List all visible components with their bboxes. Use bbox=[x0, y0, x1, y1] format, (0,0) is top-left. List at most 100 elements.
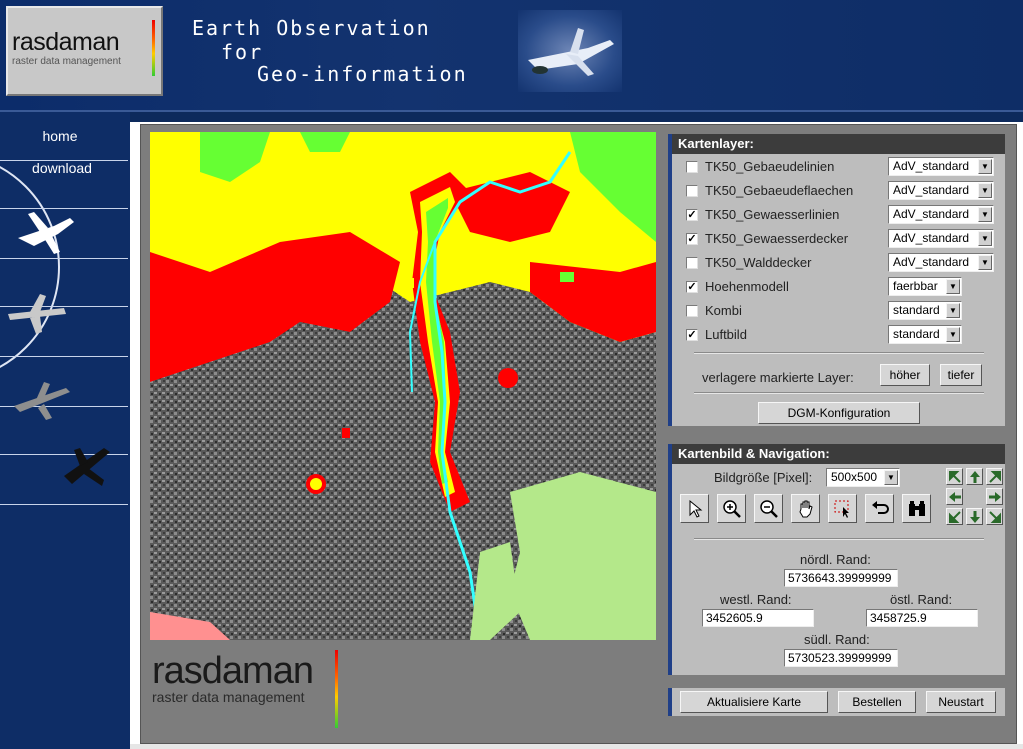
select-value: AdV_standard bbox=[893, 183, 970, 197]
layer-checkbox[interactable] bbox=[686, 257, 698, 269]
layer-label: Kombi bbox=[705, 303, 742, 318]
restart-button[interactable]: Neustart bbox=[926, 691, 996, 713]
order-button[interactable]: Bestellen bbox=[838, 691, 916, 713]
layer-checkbox[interactable]: ✓ bbox=[686, 233, 698, 245]
select-value: faerbbar bbox=[893, 279, 938, 293]
layer-checkbox[interactable] bbox=[686, 161, 698, 173]
chevron-down-icon: ▼ bbox=[978, 159, 992, 174]
pan-east-button[interactable] bbox=[986, 488, 1003, 505]
bottom-border bbox=[130, 744, 1023, 749]
pan-north-button[interactable] bbox=[966, 468, 983, 485]
header-divider bbox=[0, 110, 1023, 112]
undo-tool[interactable] bbox=[865, 494, 894, 523]
north-boundary-input[interactable]: 5736643.39999999 bbox=[784, 569, 898, 587]
east-boundary-input[interactable]: 3458725.9 bbox=[866, 609, 978, 627]
left-nav: home download bbox=[0, 112, 130, 749]
undo-arrow-icon bbox=[872, 501, 889, 514]
header-title-line2: for bbox=[221, 40, 264, 64]
pan-southwest-button[interactable] bbox=[946, 508, 963, 525]
layer-style-select[interactable]: standard ▼ bbox=[888, 325, 962, 344]
divider bbox=[694, 392, 984, 394]
select-value: standard bbox=[893, 327, 940, 341]
rasdaman-logo[interactable]: rasdaman raster data management bbox=[6, 6, 163, 96]
layer-checkbox[interactable]: ✓ bbox=[686, 329, 698, 341]
layer-label: Luftbild bbox=[705, 327, 747, 342]
nav-divider bbox=[0, 160, 128, 161]
layer-style-select[interactable]: AdV_standard ▼ bbox=[888, 181, 994, 200]
pan-tool[interactable] bbox=[791, 494, 820, 523]
chevron-down-icon: ▼ bbox=[978, 255, 992, 270]
chevron-down-icon: ▼ bbox=[946, 327, 960, 342]
chevron-down-icon: ▼ bbox=[978, 183, 992, 198]
navigation-panel-title: Kartenbild & Navigation: bbox=[672, 444, 1005, 464]
pan-southeast-button[interactable] bbox=[986, 508, 1003, 525]
layer-style-select[interactable]: AdV_standard ▼ bbox=[888, 229, 994, 248]
arrow-right-icon bbox=[989, 492, 1001, 502]
nav-download-link[interactable]: download bbox=[2, 160, 122, 176]
pan-west-button[interactable] bbox=[946, 488, 963, 505]
header-title-line1: Earth Observation bbox=[192, 16, 431, 40]
pan-northeast-button[interactable] bbox=[986, 468, 1003, 485]
airplane-black-icon bbox=[64, 448, 110, 486]
update-map-button[interactable]: Aktualisiere Karte bbox=[680, 691, 828, 713]
image-size-select[interactable]: 500x500 ▼ bbox=[826, 468, 900, 487]
layer-row: TK50_Gebaeudelinien AdV_standard ▼ bbox=[684, 156, 1004, 176]
airplane-gray-icon bbox=[14, 382, 70, 420]
north-boundary-label: nördl. Rand: bbox=[800, 552, 871, 567]
divider bbox=[694, 352, 984, 354]
layer-style-select[interactable]: AdV_standard ▼ bbox=[888, 157, 994, 176]
layer-checkbox[interactable]: ✓ bbox=[686, 281, 698, 293]
layer-style-select[interactable]: AdV_standard ▼ bbox=[888, 205, 994, 224]
overview-tool[interactable] bbox=[902, 494, 931, 523]
pointer-tool[interactable] bbox=[680, 494, 709, 523]
arrow-southeast-icon bbox=[989, 511, 1001, 523]
footer-logo-wordmark: rasdaman bbox=[152, 650, 314, 692]
layer-checkbox[interactable] bbox=[686, 185, 698, 197]
move-layers-label: verlagere markierte Layer: bbox=[702, 370, 854, 385]
dgm-config-button[interactable]: DGM-Konfiguration bbox=[758, 402, 920, 424]
map-image[interactable] bbox=[150, 132, 656, 640]
layer-style-select[interactable]: faerbbar ▼ bbox=[888, 277, 962, 296]
south-boundary-input[interactable]: 5730523.39999999 bbox=[784, 649, 898, 667]
pan-south-button[interactable] bbox=[966, 508, 983, 525]
logo-subtitle: raster data management bbox=[12, 56, 121, 67]
chevron-down-icon: ▼ bbox=[946, 279, 960, 294]
airplane-lightgray-icon bbox=[8, 294, 66, 334]
layer-row: ✓ TK50_Gewaesserdecker AdV_standard ▼ bbox=[684, 228, 1004, 248]
layer-checkbox[interactable] bbox=[686, 305, 698, 317]
layer-style-select[interactable]: standard ▼ bbox=[888, 301, 962, 320]
move-up-button[interactable]: höher bbox=[880, 364, 930, 386]
select-area-tool[interactable] bbox=[828, 494, 857, 523]
arrow-northwest-icon bbox=[949, 471, 961, 483]
select-value: AdV_standard bbox=[893, 159, 970, 173]
arrow-up-icon bbox=[970, 471, 980, 483]
nav-home-link[interactable]: home bbox=[0, 128, 120, 144]
nav-divider bbox=[0, 356, 128, 357]
zoom-in-tool[interactable] bbox=[717, 494, 746, 523]
west-boundary-input[interactable]: 3452605.9 bbox=[702, 609, 814, 627]
binoculars-icon bbox=[909, 501, 925, 516]
footer-logo-subtitle: raster data management bbox=[152, 689, 305, 705]
select-value: AdV_standard bbox=[893, 207, 970, 221]
pan-northwest-button[interactable] bbox=[946, 468, 963, 485]
chevron-down-icon: ▼ bbox=[978, 207, 992, 222]
layer-style-select[interactable]: AdV_standard ▼ bbox=[888, 253, 994, 272]
select-value: AdV_standard bbox=[893, 255, 970, 269]
zoom-out-icon bbox=[760, 500, 778, 518]
chevron-down-icon: ▼ bbox=[946, 303, 960, 318]
layer-label: Hoehenmodell bbox=[705, 279, 789, 294]
image-size-label: Bildgröße [Pixel]: bbox=[714, 470, 813, 485]
action-panel: Aktualisiere Karte Bestellen Neustart bbox=[668, 688, 1005, 716]
move-down-button[interactable]: tiefer bbox=[940, 364, 982, 386]
navigation-panel: Kartenbild & Navigation: Bildgröße [Pixe… bbox=[668, 444, 1005, 675]
header: rasdaman raster data management Earth Ob… bbox=[0, 0, 1023, 112]
select-value: standard bbox=[893, 303, 940, 317]
select-rectangle-icon bbox=[834, 500, 849, 518]
layer-row: ✓ Hoehenmodell faerbbar ▼ bbox=[684, 276, 1004, 296]
south-boundary-label: südl. Rand: bbox=[804, 632, 870, 647]
zoom-out-tool[interactable] bbox=[754, 494, 783, 523]
layer-checkbox[interactable]: ✓ bbox=[686, 209, 698, 221]
logo-wordmark: rasdaman bbox=[12, 28, 120, 56]
arrow-northeast-icon bbox=[989, 471, 1001, 483]
zoom-in-icon bbox=[723, 500, 741, 518]
